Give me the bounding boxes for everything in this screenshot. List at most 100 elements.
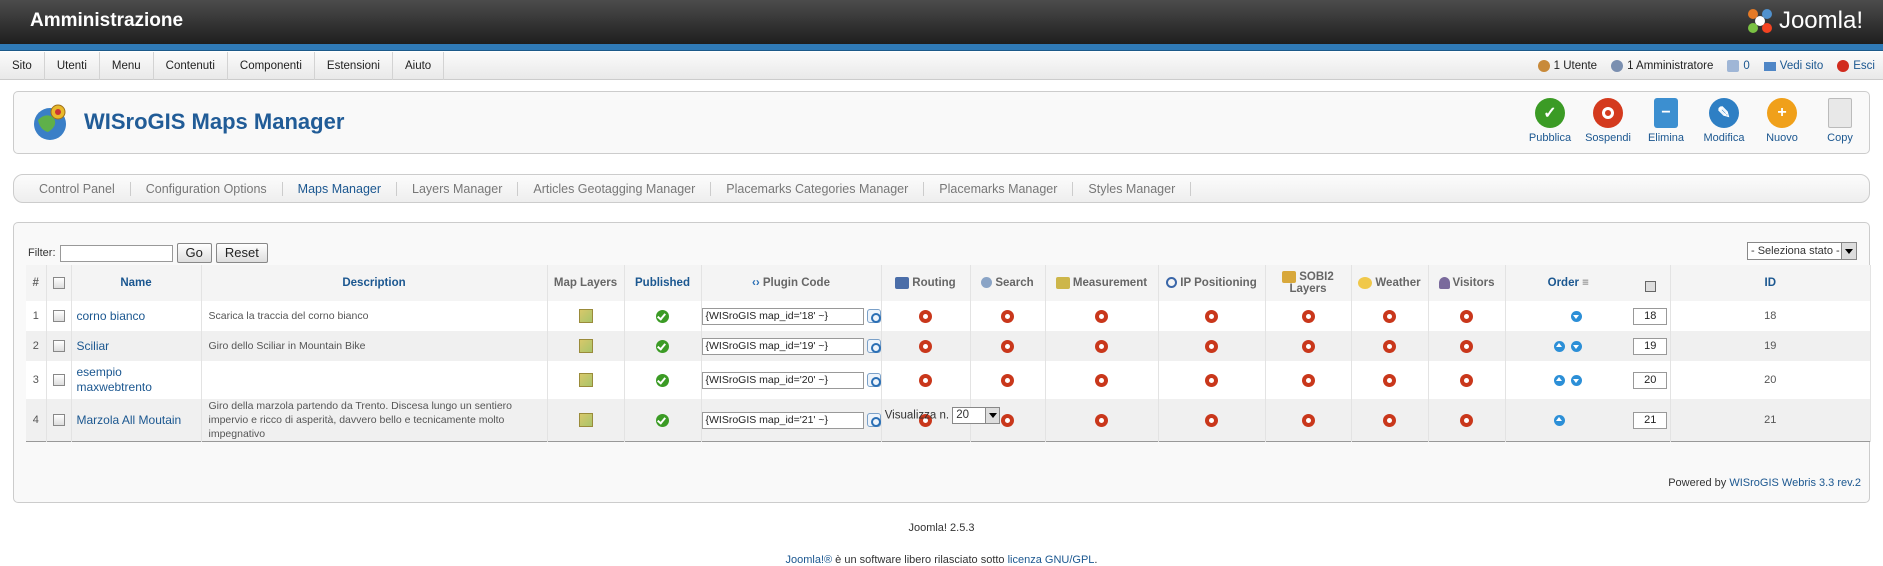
logout-link[interactable]: Esci [1837, 60, 1875, 72]
publish-button[interactable]: ✓ Pubblica [1521, 98, 1579, 144]
ip-positioning-disabled-icon[interactable] [1205, 309, 1218, 323]
search-disabled-icon[interactable] [1001, 309, 1014, 323]
new-button[interactable]: + Nuovo [1753, 98, 1811, 144]
move-up-icon[interactable] [1554, 374, 1566, 386]
routing-disabled-icon[interactable] [919, 373, 932, 387]
powered-link[interactable]: WISroGIS Webris 3.3 rev.2 [1729, 477, 1861, 489]
page-size-select[interactable]: 20 [952, 407, 1001, 424]
plugin-code-field[interactable]: {WISroGIS map_id='18' ~} [701, 307, 864, 325]
row-description: Scarica la traccia del corno bianco [201, 301, 548, 331]
order-input[interactable]: 20 [1633, 371, 1668, 389]
row-checkbox[interactable] [52, 310, 65, 323]
sobi2-disabled-icon[interactable] [1301, 373, 1315, 387]
messages-status[interactable]: 0 [1727, 60, 1750, 72]
copy-button[interactable]: Copy [1811, 98, 1869, 144]
row-name-link[interactable]: corno bianco [71, 301, 202, 331]
row-num: 1 [26, 301, 47, 331]
menu-item-aiuto[interactable]: Aiuto [393, 52, 445, 80]
filter-input[interactable] [59, 244, 173, 262]
published-icon[interactable] [656, 339, 669, 353]
joomla-logo[interactable]: Joomla! [1745, 5, 1863, 37]
state-select-value: - Seleziona stato - [1751, 245, 1840, 257]
select-all-checkbox[interactable] [52, 276, 65, 289]
weather-disabled-icon[interactable] [1383, 309, 1396, 323]
col-published[interactable]: Published [624, 265, 702, 301]
move-down-icon[interactable] [1571, 340, 1583, 352]
move-up-icon[interactable] [1554, 340, 1566, 352]
license-link[interactable]: licenza GNU/GPL [1008, 554, 1095, 566]
joomla-link[interactable]: Joomla!® [786, 554, 833, 566]
menu-item-sito[interactable]: Sito [0, 52, 45, 80]
filter-label: Filter: [28, 247, 56, 259]
sort-icon: ≡ [1582, 277, 1589, 289]
row-num: 3 [26, 361, 47, 399]
row-checkbox[interactable] [52, 340, 65, 353]
col-order[interactable]: Order ≡ [1505, 265, 1631, 301]
row-name-link[interactable]: esempio maxwebtrento [71, 361, 202, 399]
menu-item-utenti[interactable]: Utenti [45, 52, 100, 80]
unpublish-label: Sospendi [1585, 132, 1631, 144]
col-routing: Routing [881, 265, 971, 301]
map-layers-icon[interactable] [578, 309, 593, 323]
routing-disabled-icon[interactable] [919, 339, 932, 353]
component-toolbar: WISroGIS Maps Manager ✓ Pubblica Sospend… [13, 91, 1870, 154]
edit-button[interactable]: ✎ Modifica [1695, 98, 1753, 144]
weather-disabled-icon[interactable] [1383, 373, 1396, 387]
measurement-disabled-icon[interactable] [1095, 339, 1108, 353]
search-disabled-icon[interactable] [1001, 339, 1014, 353]
tab-control-panel[interactable]: Control Panel [24, 181, 131, 196]
move-down-icon[interactable] [1571, 310, 1583, 322]
weather-disabled-icon[interactable] [1383, 339, 1396, 353]
tab-layers-manager[interactable]: Layers Manager [397, 181, 519, 196]
search-disabled-icon[interactable] [1001, 373, 1014, 387]
col-name[interactable]: Name [71, 265, 202, 301]
new-label: Nuovo [1766, 132, 1798, 144]
ip-positioning-disabled-icon[interactable] [1205, 339, 1218, 353]
col-weather: Weather [1351, 265, 1429, 301]
move-down-icon[interactable] [1571, 374, 1583, 386]
menu-item-menu[interactable]: Menu [100, 52, 154, 80]
save-order-icon[interactable] [1644, 281, 1656, 292]
code-copy-icon[interactable] [866, 339, 881, 353]
delete-button[interactable]: − Elimina [1637, 98, 1695, 144]
code-copy-icon[interactable] [866, 373, 881, 387]
go-button[interactable]: Go [176, 243, 212, 263]
row-name-link[interactable]: Sciliar [71, 331, 202, 361]
code-copy-icon[interactable] [866, 309, 881, 323]
tab-placemarks-manager[interactable]: Placemarks Manager [924, 181, 1074, 196]
order-input[interactable]: 18 [1633, 307, 1668, 325]
plugin-code-field[interactable]: {WISroGIS map_id='20' ~} [701, 371, 864, 389]
row-visitors-cell [1428, 331, 1506, 361]
col-id[interactable]: ID [1670, 265, 1871, 301]
row-checkbox[interactable] [52, 374, 65, 387]
copy-icon [1828, 98, 1852, 128]
visitors-disabled-icon[interactable] [1460, 373, 1473, 387]
state-select[interactable]: - Seleziona stato - [1747, 242, 1857, 260]
published-icon[interactable] [656, 309, 669, 323]
sobi2-disabled-icon[interactable] [1301, 339, 1315, 353]
measurement-disabled-icon[interactable] [1095, 373, 1108, 387]
plugin-code-field[interactable]: {WISroGIS map_id='19' ~} [701, 337, 864, 355]
visitors-disabled-icon[interactable] [1460, 309, 1473, 323]
tab-maps-manager[interactable]: Maps Manager [283, 181, 398, 196]
map-layers-icon[interactable] [578, 339, 593, 353]
order-input[interactable]: 19 [1633, 337, 1668, 355]
tab-styles-manager[interactable]: Styles Manager [1073, 181, 1192, 196]
tab-placemarks-categories-manager[interactable]: Placemarks Categories Manager [711, 181, 925, 196]
routing-disabled-icon[interactable] [919, 309, 932, 323]
menu-item-estensioni[interactable]: Estensioni [315, 52, 393, 80]
visitors-disabled-icon[interactable] [1460, 339, 1473, 353]
published-icon[interactable] [656, 373, 669, 387]
measurement-disabled-icon[interactable] [1095, 309, 1108, 323]
reset-button[interactable]: Reset [215, 243, 268, 263]
map-layers-icon[interactable] [578, 373, 593, 387]
unpublish-button[interactable]: Sospendi [1579, 98, 1637, 144]
menu-item-contenuti[interactable]: Contenuti [154, 52, 228, 80]
sobi2-disabled-icon[interactable] [1301, 309, 1315, 323]
view-site-link[interactable]: Vedi sito [1763, 60, 1823, 72]
ip-positioning-disabled-icon[interactable] [1205, 373, 1218, 387]
col-description[interactable]: Description [201, 265, 548, 301]
tab-configuration-options[interactable]: Configuration Options [131, 181, 283, 196]
tab-articles-geotagging-manager[interactable]: Articles Geotagging Manager [518, 181, 712, 196]
menu-item-componenti[interactable]: Componenti [228, 52, 315, 80]
